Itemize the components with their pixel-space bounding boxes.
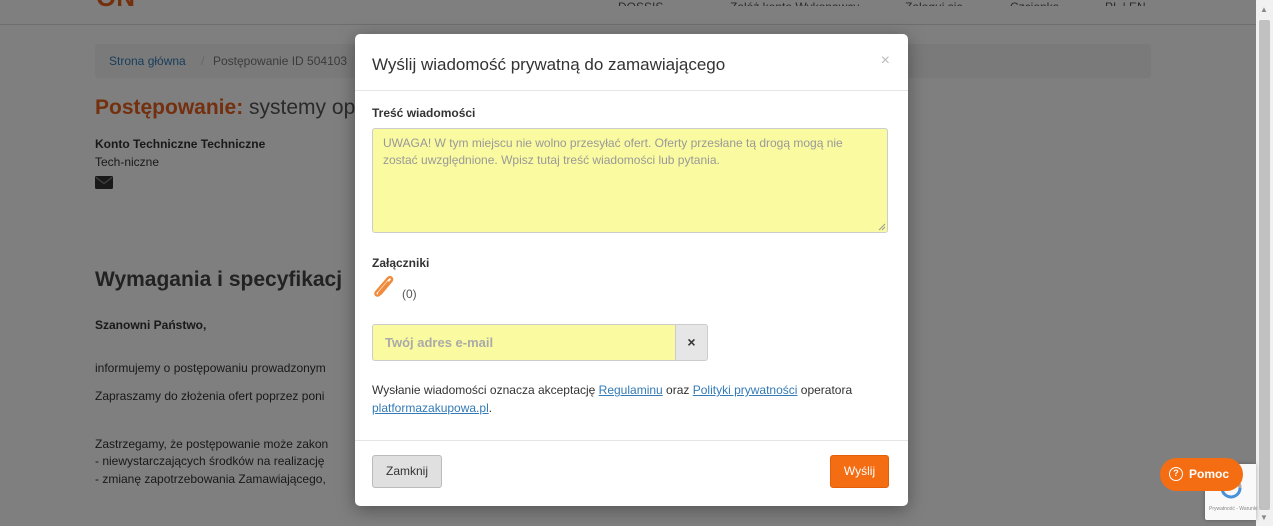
acceptance-middle: oraz <box>662 383 693 397</box>
operator-prefix: operatora <box>797 383 853 397</box>
page-scrollbar[interactable]: ▲ ▼ <box>1256 0 1273 526</box>
message-textarea[interactable] <box>372 128 888 233</box>
close-icon[interactable]: × <box>881 52 890 70</box>
privacy-policy-link[interactable]: Polityki prywatności <box>693 383 798 397</box>
modal-footer: Zamknij Wyślij <box>355 440 908 507</box>
acceptance-prefix: Wysłanie wiadomości oznacza akceptację <box>372 383 599 397</box>
modal-title: Wyślij wiadomość prywatną do zamawiające… <box>372 55 726 74</box>
acceptance-text: Wysłanie wiadomości oznacza akceptację R… <box>372 381 888 417</box>
attachments-count: (0) <box>402 287 417 301</box>
regulations-link[interactable]: Regulaminu <box>599 383 663 397</box>
resize-grip-icon[interactable] <box>878 223 886 231</box>
operator-link[interactable]: platformazakupowa.pl <box>372 401 489 415</box>
message-label: Treść wiadomości <box>372 106 476 120</box>
close-button[interactable]: Zamknij <box>372 455 442 488</box>
email-input-group: × <box>372 324 708 361</box>
operator-suffix: . <box>488 401 493 415</box>
email-input[interactable] <box>372 324 675 361</box>
modal-header: Wyślij wiadomość prywatną do zamawiające… <box>355 34 908 91</box>
clear-email-button[interactable]: × <box>675 324 708 361</box>
attachments-label: Załączniki <box>372 256 430 270</box>
send-button[interactable]: Wyślij <box>830 455 889 488</box>
paperclip-icon[interactable] <box>372 274 398 302</box>
recaptcha-text: Prywatność - Warunki <box>1209 506 1258 512</box>
scrollbar-thumb[interactable] <box>1259 20 1270 510</box>
scroll-up-arrow-icon[interactable]: ▲ <box>1260 6 1268 14</box>
private-message-modal: Wyślij wiadomość prywatną do zamawiające… <box>355 34 908 506</box>
help-button[interactable]: ? Pomoc <box>1160 458 1243 491</box>
scroll-down-arrow-icon[interactable]: ▼ <box>1260 514 1268 522</box>
help-label: Pomoc <box>1189 467 1230 481</box>
question-circle-icon: ? <box>1169 467 1183 481</box>
